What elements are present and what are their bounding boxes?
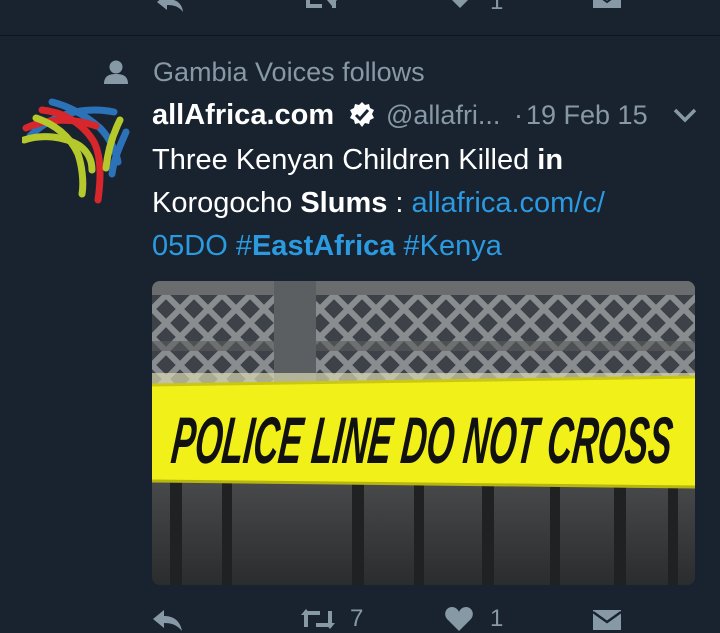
hashtag-symbol: # — [235, 230, 252, 262]
tweet-text-space — [228, 230, 236, 262]
reply-icon[interactable] — [155, 0, 185, 12]
tweet-text-highlight: Slums — [300, 187, 388, 219]
tweet-text-part: Three Kenyan Children Killed — [152, 144, 538, 176]
hashtag-word: EastAfrica — [251, 230, 396, 262]
tweet-text-space — [395, 230, 403, 262]
previous-tweet-actions: 1 — [0, 0, 720, 34]
hashtag-eastafrica[interactable]: #EastAfrica — [236, 230, 396, 262]
author-name[interactable]: allAfrica.com — [152, 96, 334, 134]
hashtag-kenya[interactable]: #Kenya — [404, 230, 502, 262]
tweet-text-part: : — [387, 187, 412, 219]
tweet-link-part-1: allafrica.com/c/ — [411, 187, 605, 219]
tweet-link-part-2: 05DO — [152, 230, 228, 262]
social-context[interactable]: Gambia Voices follows — [103, 58, 425, 86]
envelope-icon[interactable] — [592, 609, 622, 631]
tweet-divider — [0, 35, 720, 36]
reply-icon[interactable] — [152, 607, 184, 631]
separator-dot: · — [514, 100, 523, 130]
tweet-media-image[interactable]: POLICE LINE DO NOT CROSS — [152, 281, 695, 585]
tweet-header: allAfrica.com @allafri... · 19 Feb 15 — [152, 96, 712, 134]
verified-badge-icon — [350, 102, 374, 127]
heart-icon[interactable] — [446, 0, 474, 10]
tweet-date[interactable]: 19 Feb 15 — [526, 96, 648, 134]
tweet-text: Three Kenyan Children Killed in Korogoch… — [152, 139, 712, 268]
tweet-text-highlight: in — [537, 144, 564, 176]
retweet-icon[interactable] — [304, 0, 338, 12]
police-tape-photo: POLICE LINE DO NOT CROSS — [152, 281, 695, 585]
envelope-icon[interactable] — [592, 0, 622, 10]
heart-icon[interactable] — [444, 607, 474, 631]
tweet-text-part: Korogocho — [152, 187, 301, 219]
avatar[interactable] — [22, 96, 134, 208]
like-count: 1 — [490, 605, 504, 632]
retweet-count: 7 — [350, 605, 364, 632]
police-tape-text: POLICE LINE DO NOT CROSS — [168, 404, 676, 478]
tweet-actions: 7 1 — [152, 603, 712, 632]
person-icon — [104, 60, 128, 84]
like-count: 1 — [490, 0, 504, 15]
author-handle[interactable]: @allafri... — [386, 96, 500, 134]
social-context-text: Gambia Voices follows — [153, 57, 425, 87]
chevron-down-icon[interactable] — [672, 104, 698, 126]
retweet-icon[interactable] — [300, 607, 336, 631]
